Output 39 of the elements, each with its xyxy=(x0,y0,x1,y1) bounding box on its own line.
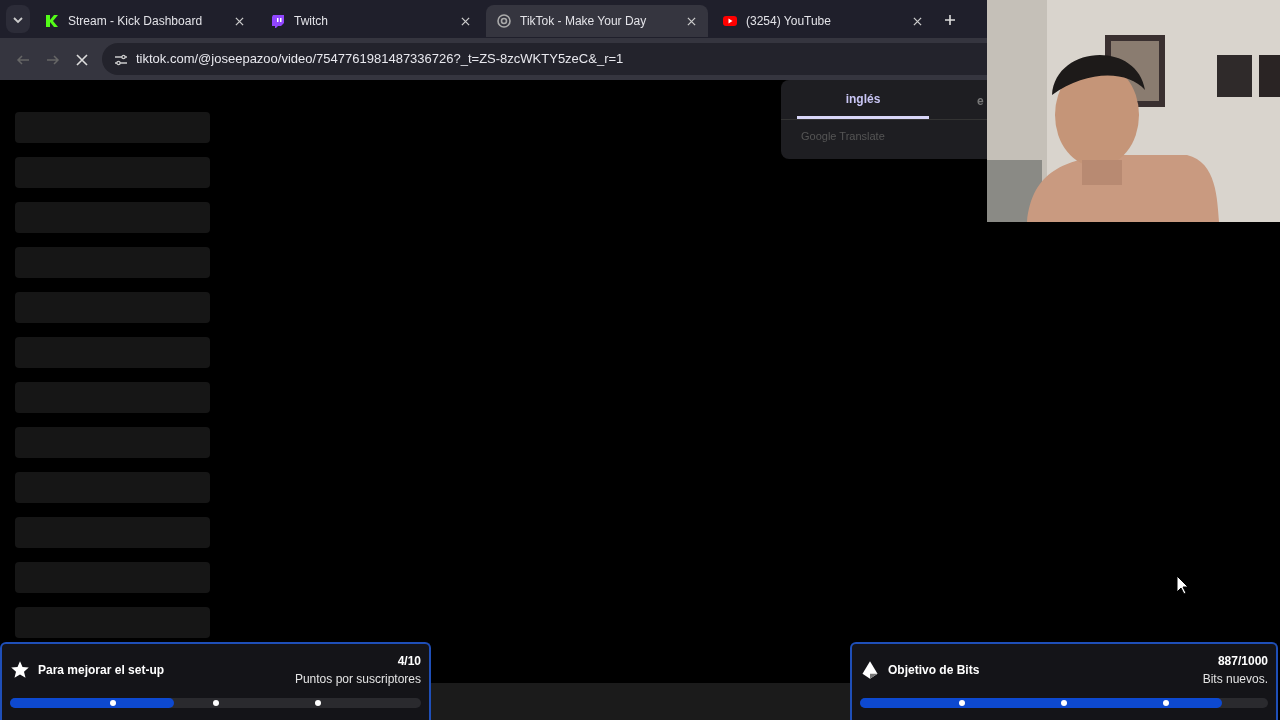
goal-count: 887/1000 xyxy=(1216,653,1268,670)
tab-title: Twitch xyxy=(294,13,329,30)
close-icon xyxy=(913,17,922,27)
milestone-dot xyxy=(959,700,965,706)
star-icon xyxy=(10,660,30,680)
close-icon xyxy=(235,17,244,27)
goal-subtitle: Bits nuevos. xyxy=(1202,671,1268,688)
milestone-dot xyxy=(1163,700,1169,706)
close-icon xyxy=(461,17,470,27)
tab-title: (3254) YouTube xyxy=(746,13,832,30)
browser-tab[interactable]: Stream - Kick Dashboard xyxy=(34,5,256,37)
language-tab[interactable]: inglés xyxy=(797,80,929,119)
play-logo-icon xyxy=(722,13,738,29)
goal-title: Objetivo de Bits xyxy=(888,662,980,679)
tab-title: Stream - Kick Dashboard xyxy=(68,13,204,30)
browser-tab[interactable]: (3254) YouTube xyxy=(712,5,934,37)
milestone-dot xyxy=(1061,700,1067,706)
tab-title: TikTok - Make Your Day xyxy=(520,13,648,30)
goal-title: Para mejorar el set-up xyxy=(38,662,165,679)
speech-logo-icon xyxy=(270,13,286,29)
milestone-dot xyxy=(212,700,219,706)
tab-list-button[interactable] xyxy=(6,5,30,33)
gem-icon xyxy=(860,660,880,680)
k-logo-icon xyxy=(44,13,60,29)
milestone-dot xyxy=(109,700,116,706)
spinner-icon xyxy=(496,13,512,29)
plus-icon xyxy=(944,13,956,26)
sliders-icon xyxy=(114,52,128,67)
cursor-icon xyxy=(1176,574,1189,595)
language-tab[interactable]: e xyxy=(977,80,984,119)
browser-tab[interactable]: Twitch xyxy=(260,5,482,37)
goal-subtitle: Puntos por suscriptores xyxy=(294,671,421,688)
milestone-dot xyxy=(315,700,322,706)
close-icon xyxy=(687,17,696,27)
goal-count: 4/10 xyxy=(396,653,421,670)
back-arrow-icon xyxy=(16,52,30,67)
browser-tab[interactable]: TikTok - Make Your Day xyxy=(486,5,708,37)
forward-arrow-icon xyxy=(46,52,60,67)
stop-icon xyxy=(76,53,88,66)
